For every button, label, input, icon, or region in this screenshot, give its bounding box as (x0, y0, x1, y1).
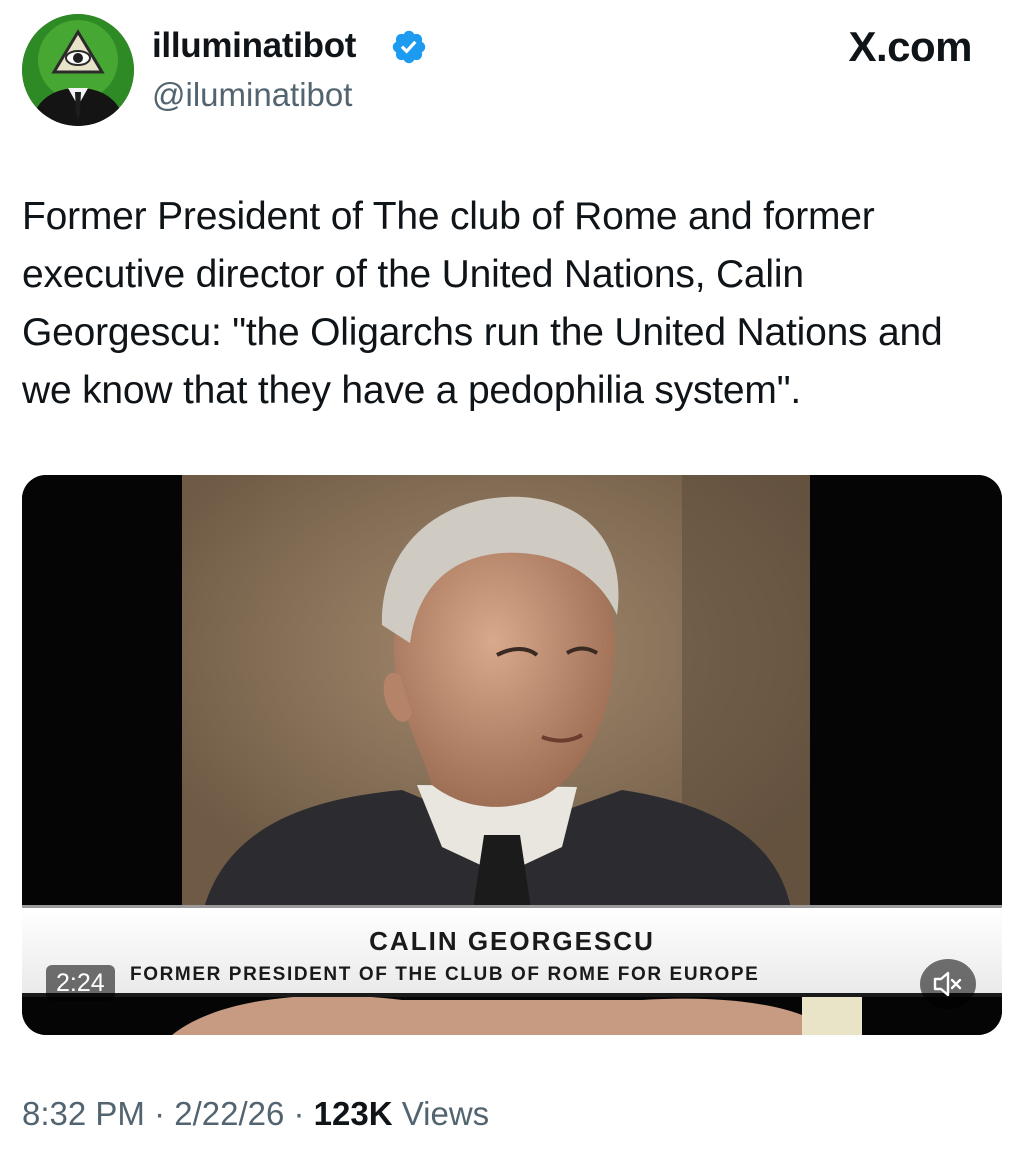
meta-separator: · (144, 1095, 175, 1132)
caption-role: FORMER PRESIDENT OF THE CLUB OF ROME FOR… (130, 964, 760, 985)
speaker-muted-icon (933, 971, 962, 997)
meta-separator: · (284, 1095, 314, 1132)
video-lower-third: CALIN GEORGESCU FORMER PRESIDENT OF THE … (22, 905, 1002, 997)
illuminati-eye-avatar-icon (22, 14, 134, 126)
video-player[interactable]: CALIN GEORGESCU FORMER PRESIDENT OF THE … (22, 475, 1002, 1035)
verified-badge-icon (392, 30, 426, 64)
views-label: Views (392, 1095, 490, 1132)
caption-name: CALIN GEORGESCU (369, 926, 655, 956)
author-avatar[interactable] (22, 14, 134, 126)
tweet-text: Former President of The club of Rome and… (22, 195, 943, 412)
brand-logo: X.com (848, 23, 972, 70)
author-display-name[interactable]: illuminatibot (152, 22, 356, 70)
tweet-meta: 8:32 PM · 2/22/26 · 123K Views (22, 1090, 489, 1138)
tweet-time[interactable]: 8:32 PM (22, 1095, 145, 1132)
mute-button[interactable] (920, 959, 976, 1009)
tweet-date[interactable]: 2/22/26 (174, 1095, 284, 1132)
video-duration-badge: 2:24 (46, 965, 115, 1001)
views-count: 123K (313, 1095, 393, 1132)
author-handle[interactable]: @iluminatibot (152, 72, 352, 118)
